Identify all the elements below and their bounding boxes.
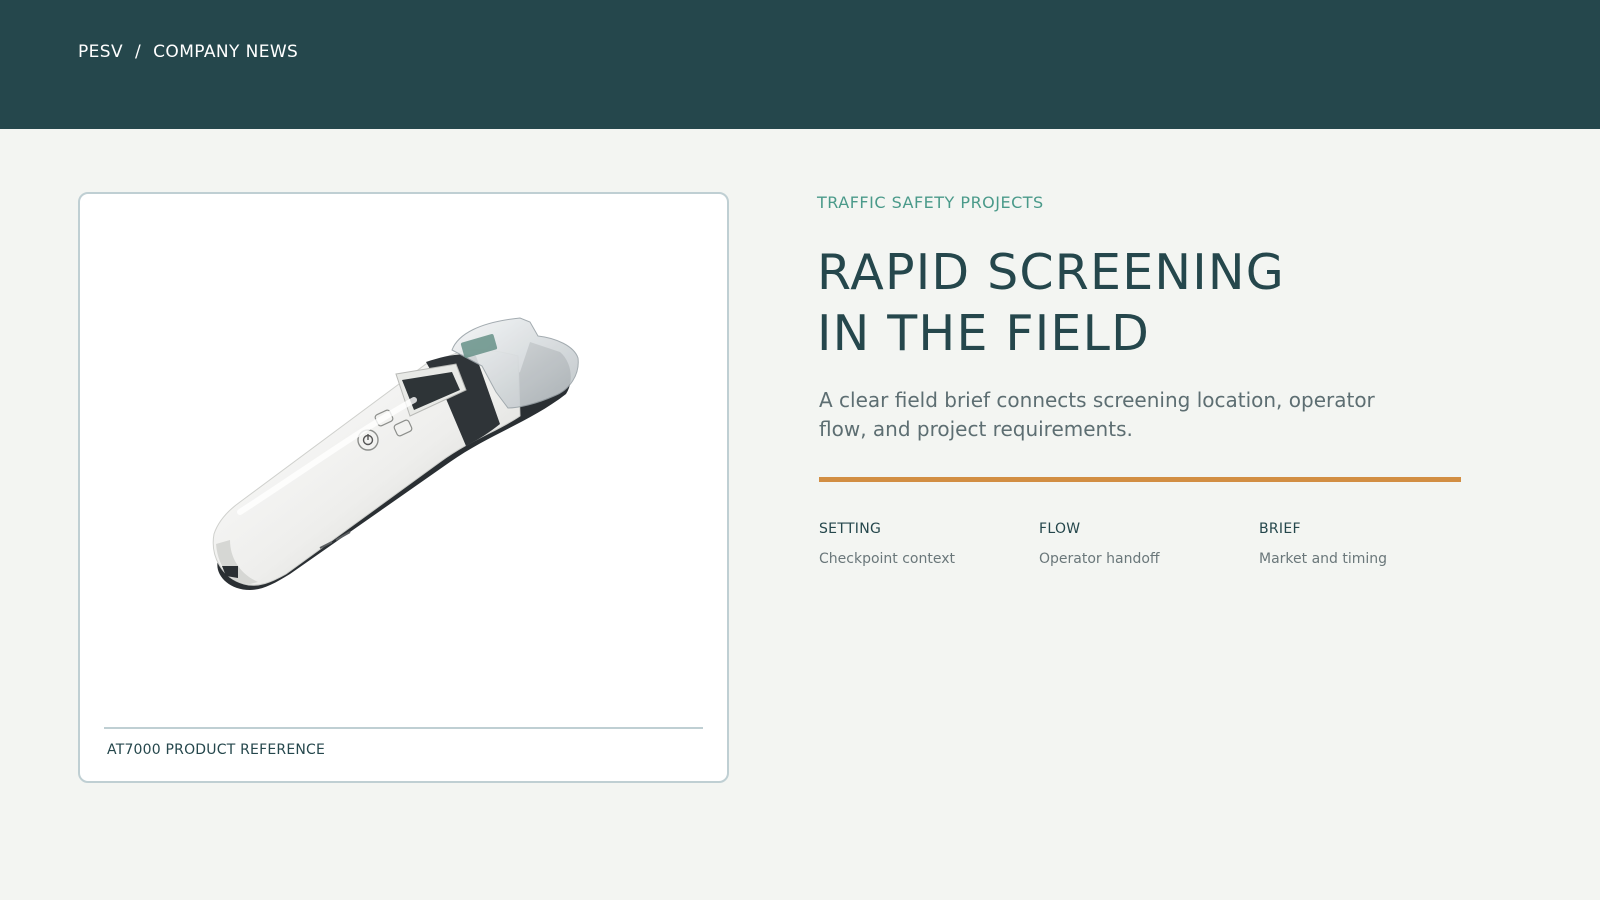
handheld-breathalyzer-device-icon — [212, 317, 579, 590]
facts-row: SETTING Checkpoint context FLOW Operator… — [819, 521, 1479, 581]
page-title-line-2: IN THE FIELD — [817, 305, 1151, 362]
accent-divider — [819, 477, 1461, 482]
category-eyebrow: TRAFFIC SAFETY PROJECTS — [817, 193, 1044, 212]
fact-label: BRIEF — [1259, 521, 1301, 537]
product-caption: AT7000 PRODUCT REFERENCE — [107, 742, 326, 758]
fact-value: Market and timing — [1259, 551, 1388, 567]
breadcrumb-current[interactable]: COMPANY NEWS — [153, 42, 298, 62]
page-title: RAPID SCREENING IN THE FIELD — [817, 242, 1285, 364]
fact-label: SETTING — [819, 521, 882, 537]
page-title-line-1: RAPID SCREENING — [817, 244, 1285, 301]
breadcrumb: PESV / COMPANY NEWS — [78, 42, 298, 62]
top-header: PESV / COMPANY NEWS — [0, 0, 1600, 129]
fact-label: FLOW — [1039, 521, 1081, 537]
card-divider — [104, 727, 703, 729]
product-card: AT7000 PRODUCT REFERENCE — [78, 192, 729, 783]
breadcrumb-home-link[interactable]: PESV — [78, 42, 123, 62]
fact-brief: BRIEF Market and timing — [1259, 521, 1469, 567]
fact-value: Operator handoff — [1039, 551, 1160, 567]
fact-flow: FLOW Operator handoff — [1039, 521, 1249, 567]
fact-setting: SETTING Checkpoint context — [819, 521, 1029, 567]
lead-paragraph: A clear field brief connects screening l… — [819, 388, 1375, 441]
fact-value: Checkpoint context — [819, 551, 955, 567]
breadcrumb-separator: / — [135, 42, 142, 62]
